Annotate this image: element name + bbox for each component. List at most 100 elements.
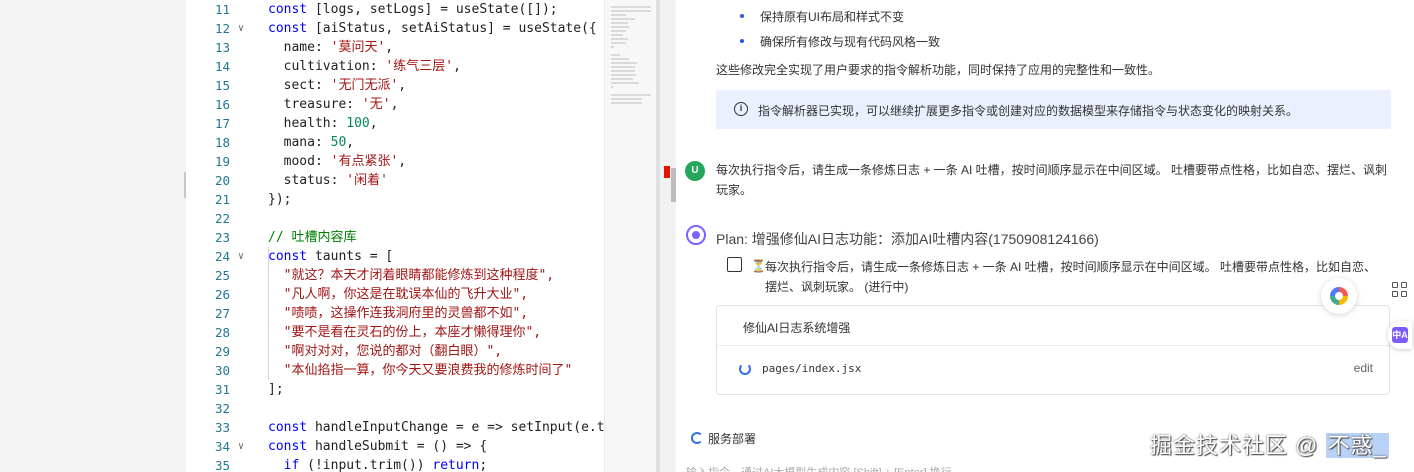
code-token: return [432, 458, 480, 472]
fold-slot [232, 285, 250, 304]
fold-chevron-icon[interactable]: ∨ [232, 19, 250, 38]
fold-gutter: ∨ ∨ ∨ [232, 0, 250, 472]
file-path-link[interactable]: pages/index.jsx [762, 362, 861, 375]
task-card: 修仙AI日志系统增强 pages/index.jsx edit [716, 305, 1390, 395]
code-line[interactable]: cultivation: '练气三层', [268, 57, 604, 76]
task-text: 每次执行指令后，请生成一条修炼日志 + 一条 AI 吐槽，按时间顺序显示在中间区… [765, 260, 1377, 294]
code-line[interactable]: treasure: '无', [268, 95, 604, 114]
line-number: 34 [214, 439, 230, 454]
minimap-line [611, 6, 651, 8]
fold-chevron-icon[interactable]: ∨ [232, 437, 250, 456]
code-line[interactable]: "凡人啊，你这是在耽误本仙的飞升大业", [268, 285, 604, 304]
vertical-scrollbar[interactable] [660, 0, 676, 472]
minimap-line [611, 82, 639, 84]
code-token: const [268, 2, 308, 17]
minimap-line [611, 66, 636, 68]
code-token: handleInputChange = e => setInput(e.ta [307, 420, 604, 435]
fold-slot [232, 342, 250, 361]
minimap[interactable] [604, 0, 656, 472]
line-number: 32 [214, 401, 230, 416]
code-line[interactable]: sect: '无门无派', [268, 76, 604, 95]
code-line[interactable]: "就这？本天才闭着眼睛都能修炼到这种程度", [268, 266, 604, 285]
code-token: name: [268, 40, 331, 55]
user-message: 每次执行指令后，请生成一条修炼日志 + 一条 AI 吐槽，按时间顺序显示在中间区… [716, 163, 1388, 197]
code-line[interactable]: const taunts = [ [268, 247, 604, 266]
code-line[interactable]: const handleSubmit = () => { [268, 437, 604, 456]
fold-slot [232, 57, 250, 76]
info-text: 指令解析器已实现，可以继续扩展更多指令或创建对应的数据模型来存储指令与状态变化的… [758, 104, 1299, 118]
line-number: 11 [214, 2, 230, 17]
line-number: 12 [214, 21, 230, 36]
code-token: '无' [361, 97, 391, 112]
fold-slot [232, 304, 250, 323]
code-editor[interactable]: 11 12 13 14 15 16 17 18 19 20 21 22 23 24 25 26 27 28 29 30… [186, 0, 604, 472]
code-line[interactable]: if (!input.trim()) return; [268, 456, 604, 472]
line-number: 21 [214, 192, 230, 207]
code-line[interactable]: // 吐槽内容库 [268, 228, 604, 247]
minimap-line [611, 46, 615, 48]
chat-input-placeholder[interactable]: 输入指令，通过AI大模型生成内容 [Shift] + [Enter] 换行 [686, 464, 952, 472]
code-token: handleSubmit = () => { [307, 439, 488, 454]
code-token: 50 [330, 135, 347, 150]
translate-icon: 中A [1392, 327, 1408, 343]
code-line[interactable]: "啊对对对，您说的都对（翻白眼）", [268, 342, 604, 361]
fold-slot [232, 456, 250, 472]
translate-button[interactable]: 中A [1388, 321, 1412, 349]
code-line[interactable]: status: '闲着' [268, 171, 604, 190]
grid-cell [1392, 282, 1398, 288]
code-token: taunts = [ [307, 249, 394, 264]
fold-slot [232, 76, 250, 95]
code-token: 100 [346, 116, 370, 131]
task-card-title: 修仙AI日志系统增强 [743, 321, 851, 335]
edit-link[interactable]: edit [1354, 361, 1373, 375]
activity-gutter [0, 0, 186, 472]
minimap-line [611, 22, 628, 24]
task-checkbox[interactable] [727, 257, 742, 272]
code-token: const [268, 249, 308, 264]
fold-slot [232, 171, 250, 190]
fold-chevron-icon[interactable]: ∨ [232, 247, 250, 266]
line-number: 23 [214, 230, 230, 245]
plan-icon [686, 225, 706, 245]
fold-slot [232, 114, 250, 133]
code-line[interactable]: const [logs, setLogs] = useState([]); [268, 0, 604, 19]
fold-slot [232, 38, 250, 57]
fold-slot [232, 418, 250, 437]
code-token: , [398, 78, 407, 93]
floating-assistant-button[interactable] [1321, 278, 1357, 314]
plan-title: Plan: 增强修仙AI日志功能：添加AI吐槽内容(1750908124166) [716, 231, 1099, 247]
code-token: (!input.trim()) [299, 458, 433, 472]
minimap-line [611, 78, 633, 80]
code-line[interactable]: "本仙掐指一算，你今天又要浪费我的修炼时间了" [268, 361, 604, 380]
info-callout: i 指令解析器已实现，可以继续扩展更多指令或创建对应的数据模型来存储指令与状态变… [716, 90, 1391, 129]
code-token: "要不是看在灵石的份上，本座才懒得理你", [268, 325, 542, 340]
code-token: , [385, 40, 394, 55]
code-token: , [346, 135, 355, 150]
fold-slot [232, 399, 250, 418]
bullet-item: 确保所有修改与现有代码风格一致 [739, 35, 941, 49]
line-number: 28 [214, 325, 230, 340]
apps-grid-icon[interactable] [1392, 282, 1408, 298]
grid-cell [1401, 282, 1407, 288]
code-token: cultivation: [268, 59, 386, 74]
code-line[interactable]: mood: '有点紧张', [268, 152, 604, 171]
code-lines[interactable]: const [logs, setLogs] = useState([]); con… [268, 0, 604, 472]
code-line[interactable]: name: '莫问天', [268, 38, 604, 57]
line-number: 35 [214, 458, 230, 472]
code-line[interactable]: }); [268, 190, 604, 209]
code-line[interactable]: "啧啧，这操作连我洞府里的灵兽都不如", [268, 304, 604, 323]
code-line[interactable]: mana: 50, [268, 133, 604, 152]
fold-slot [232, 152, 250, 171]
code-line[interactable]: const handleInputChange = e => setInput(… [268, 418, 604, 437]
service-deploy-label[interactable]: 服务部署 [708, 430, 756, 447]
code-line[interactable]: ]; [268, 380, 604, 399]
line-number: 15 [214, 78, 230, 93]
code-line[interactable]: const [aiStatus, setAiStatus] = useState… [268, 19, 604, 38]
code-line[interactable] [268, 209, 604, 228]
minimap-line [611, 38, 628, 40]
code-line[interactable]: health: 100, [268, 114, 604, 133]
code-line[interactable] [268, 399, 604, 418]
minimap-line [611, 30, 627, 32]
bullet-item: 保持原有UI布局和样式不变 [739, 10, 905, 24]
code-line[interactable]: "要不是看在灵石的份上，本座才懒得理你", [268, 323, 604, 342]
